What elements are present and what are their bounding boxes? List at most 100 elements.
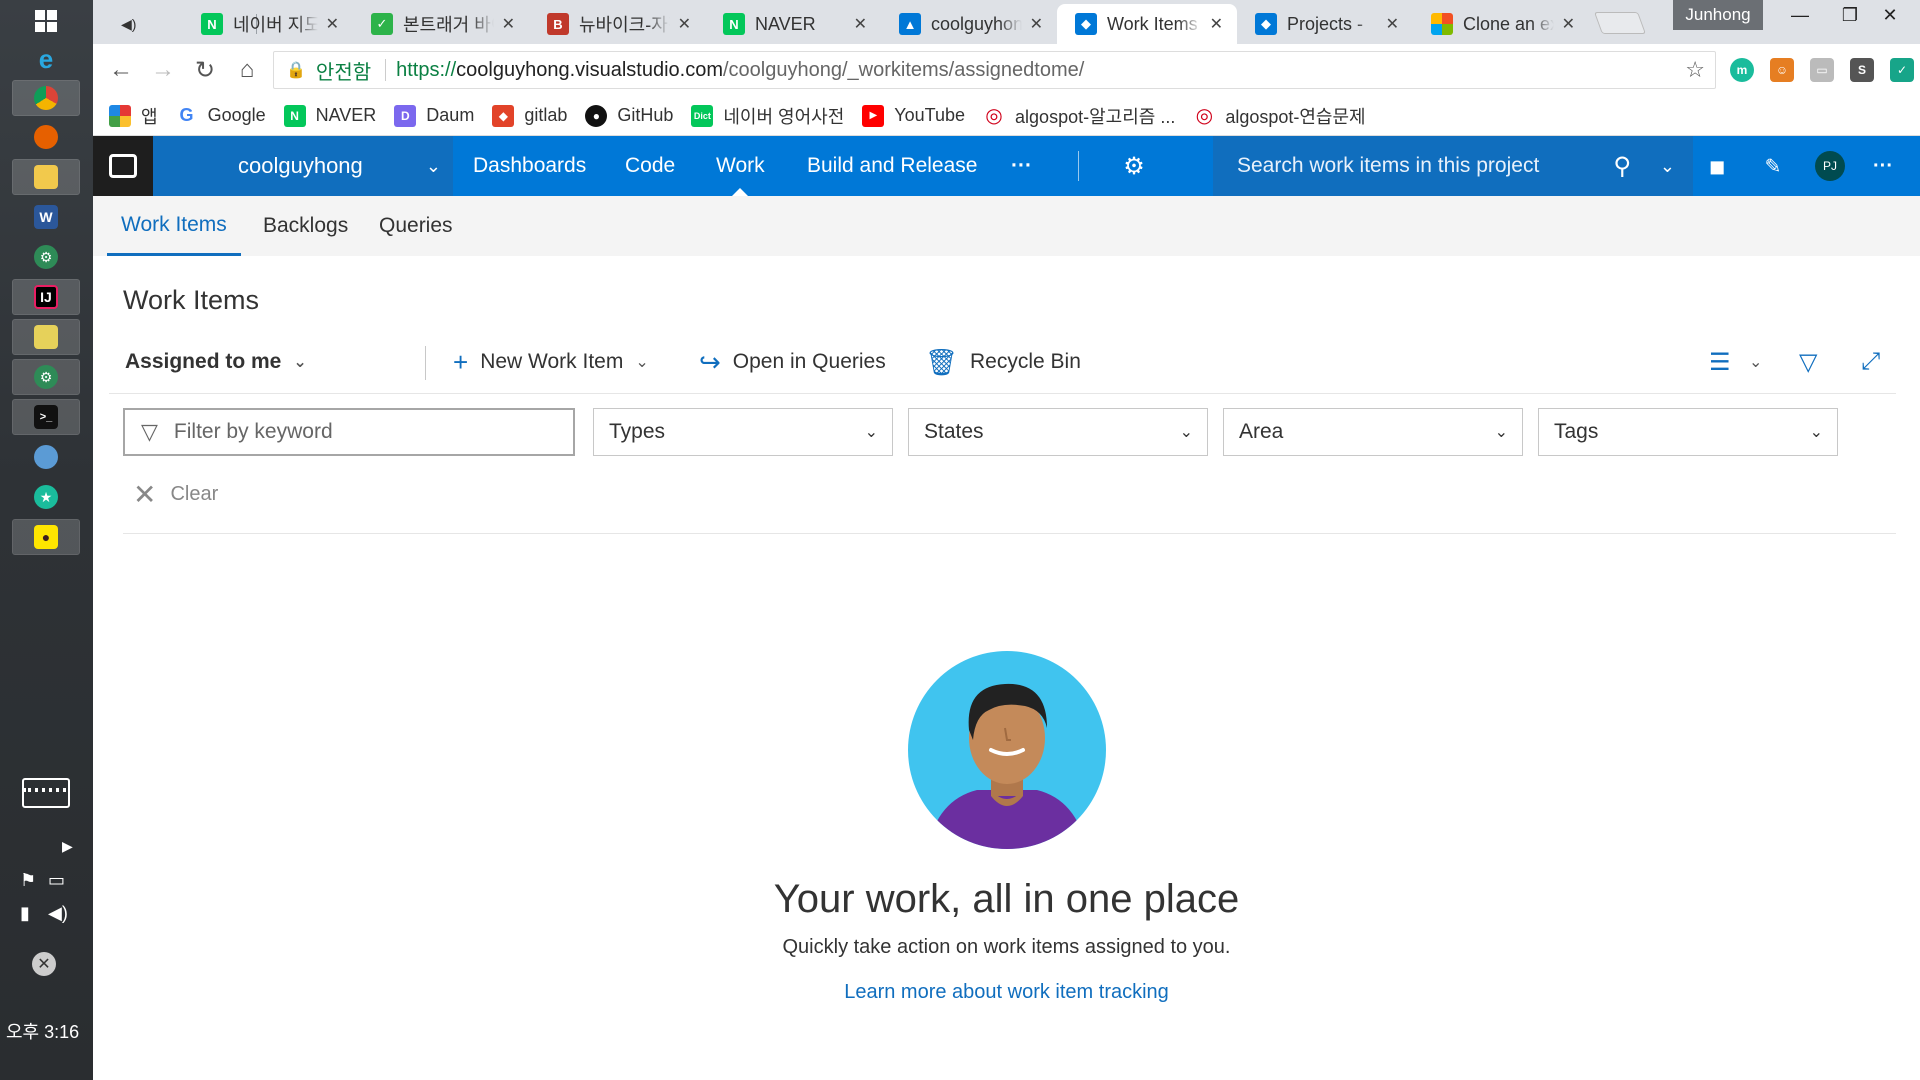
browser-tab[interactable]: B 뉴바이크-자전거 ✕ (529, 4, 705, 44)
tab-close-icon[interactable]: ✕ (1210, 14, 1223, 34)
extension-shield-icon[interactable]: ✓ (1890, 58, 1914, 82)
marketplace-bag-icon[interactable]: ◼ (1705, 154, 1729, 178)
bookmark-github[interactable]: ● GitHub (585, 104, 673, 127)
touch-keyboard-icon[interactable] (22, 778, 70, 808)
word-icon[interactable]: W (13, 200, 79, 234)
clear-filters-button[interactable]: ✕ Clear (133, 478, 218, 511)
filter-keyword-input[interactable]: ▽ Filter by keyword (123, 408, 575, 456)
tab-audio[interactable]: ◀) (103, 4, 183, 44)
more-options-icon[interactable]: ··· (1871, 154, 1895, 178)
naver-icon: N (201, 13, 223, 35)
hub-work[interactable]: Work (716, 136, 765, 196)
hub-more-button[interactable]: ··· (1011, 136, 1032, 196)
extension-m-icon[interactable]: m (1730, 58, 1754, 82)
intellij-icon[interactable]: IJ (12, 279, 80, 315)
view-selector[interactable]: Assigned to me ⌄ (125, 338, 307, 386)
recycle-bin-button[interactable]: 🗑 Recycle Bin (925, 338, 1081, 386)
extension-face-icon[interactable]: ☺ (1770, 58, 1794, 82)
tab-close-icon[interactable]: ✕ (326, 14, 339, 34)
new-work-item-button[interactable]: + New Work Item ⌄ (453, 338, 649, 386)
hub-code[interactable]: Code (625, 136, 675, 196)
tab-backlogs[interactable]: Backlogs (263, 196, 348, 256)
internet-explorer-icon[interactable]: e (13, 42, 79, 76)
column-options-icon[interactable]: ☰ (1709, 348, 1731, 377)
browser-tab-active[interactable]: ◆ Work Items ✕ (1057, 4, 1237, 44)
learn-more-link[interactable]: Learn more about work item tracking (844, 981, 1169, 1004)
tab-close-icon[interactable]: ✕ (678, 14, 691, 34)
app-green2-icon[interactable]: ⚙ (12, 359, 80, 395)
new-tab-button[interactable] (1593, 12, 1647, 34)
taskbar-clock[interactable]: 오후 3:16 (6, 1018, 79, 1044)
bookmark-star-icon[interactable]: ☆ (1685, 57, 1705, 83)
back-icon[interactable]: ← (105, 54, 137, 86)
network-icon[interactable]: ▭ (48, 870, 76, 891)
tray-expand-icon[interactable]: ▶ (62, 838, 73, 855)
tab-close-icon[interactable]: ✕ (1030, 14, 1043, 34)
profile-chip[interactable]: Junhong (1673, 0, 1763, 30)
tab-close-icon[interactable]: ✕ (1386, 14, 1399, 34)
volume-icon[interactable]: ◀) (48, 903, 76, 924)
app-green-icon[interactable]: ⚙ (13, 240, 79, 274)
settings-gear-icon[interactable]: ⚙ (1122, 153, 1146, 180)
browser-tab[interactable]: ✓ 본트래거 바이크 ✕ (353, 4, 529, 44)
bookmark-youtube[interactable]: ▶ YouTube (862, 104, 965, 127)
bookmark-apps[interactable]: 앱 (109, 103, 158, 129)
hub-dashboards[interactable]: Dashboards (473, 136, 586, 196)
tab-close-icon[interactable]: ✕ (854, 14, 867, 34)
flag-icon[interactable]: ⚑ (20, 870, 48, 891)
chevron-down-icon[interactable]: ⌄ (1749, 352, 1762, 372)
browser-tab[interactable]: N 네이버 지도 ✕ (183, 4, 353, 44)
sticky-notes-icon[interactable] (12, 319, 80, 355)
address-bar[interactable]: 🔒 안전함 https:// coolguyhong.visualstudio.… (273, 51, 1716, 89)
types-dropdown[interactable]: Types ⌄ (593, 408, 893, 456)
area-dropdown[interactable]: Area ⌄ (1223, 408, 1523, 456)
search-icon[interactable]: ⚲ (1613, 152, 1631, 181)
kakaotalk-icon[interactable]: ● (12, 519, 80, 555)
home-icon[interactable]: ⌂ (231, 54, 263, 86)
chrome-icon[interactable] (12, 80, 80, 116)
firefox-icon[interactable] (13, 120, 79, 154)
filter-bar: ▽ Filter by keyword Types ⌄ States ⌄ Are… (123, 408, 1920, 456)
forward-icon[interactable]: → (147, 54, 179, 86)
bookmark-google[interactable]: G Google (175, 104, 266, 127)
browser-tab[interactable]: Clone an existing ✕ (1413, 4, 1589, 44)
filter-icon[interactable]: ▽ (1799, 348, 1817, 377)
browser-tab[interactable]: ▲ coolguyhong ✕ (881, 4, 1057, 44)
windows-start-icon[interactable] (13, 4, 79, 38)
notification-close-icon[interactable]: ✕ (32, 952, 56, 976)
chevron-down-icon[interactable]: ⌄ (1660, 156, 1675, 177)
open-in-queries-button[interactable]: ↪ Open in Queries (699, 338, 886, 386)
file-explorer-icon[interactable] (12, 159, 80, 195)
paint-icon[interactable] (13, 440, 79, 474)
extension-s-icon[interactable]: S (1850, 58, 1874, 82)
close-window-icon[interactable]: ✕ (1860, 0, 1920, 30)
vsts-logo-icon[interactable] (93, 136, 153, 196)
tab-work-items[interactable]: Work Items (107, 196, 241, 256)
empty-state: Your work, all in one place Quickly take… (93, 650, 1920, 1004)
browser-tab[interactable]: ◆ Projects - ✕ (1237, 4, 1413, 44)
bookmark-algospot-2[interactable]: ◎ algospot-연습문제 (1193, 103, 1366, 129)
bookmark-naver[interactable]: N NAVER (283, 104, 376, 127)
tags-dropdown[interactable]: Tags ⌄ (1538, 408, 1838, 456)
tab-queries[interactable]: Queries (379, 196, 453, 256)
terminal-icon[interactable]: >_ (12, 399, 80, 435)
star-app-icon[interactable]: ★ (13, 480, 79, 514)
project-selector[interactable]: coolguyhong ⌄ (153, 136, 453, 196)
search-input[interactable]: Search work items in this project ⚲ ⌄ (1213, 136, 1693, 196)
avatar[interactable]: PJ (1815, 151, 1845, 181)
hub-build-release[interactable]: Build and Release (807, 136, 977, 196)
browser-tab[interactable]: N NAVER ✕ (705, 4, 881, 44)
feedback-icon[interactable]: ✎ (1761, 154, 1785, 178)
tab-close-icon[interactable]: ✕ (1562, 14, 1575, 34)
battery-icon[interactable]: ▮ (20, 903, 48, 924)
bookmark-daum[interactable]: D Daum (394, 104, 474, 127)
bookmark-gitlab[interactable]: ◆ gitlab (492, 104, 567, 127)
fullscreen-icon[interactable]: ⤢ (1861, 348, 1880, 376)
extension-card-icon[interactable]: ▭ (1810, 58, 1834, 82)
states-dropdown[interactable]: States ⌄ (908, 408, 1208, 456)
bookmark-naver-dict[interactable]: Dict 네이버 영어사전 (691, 103, 844, 129)
reload-icon[interactable]: ↻ (189, 54, 221, 86)
tab-close-icon[interactable]: ✕ (502, 14, 515, 34)
bookmark-algospot-1[interactable]: ◎ algospot-알고리즘 ... (983, 103, 1175, 129)
algospot-icon: ◎ (1193, 104, 1216, 127)
